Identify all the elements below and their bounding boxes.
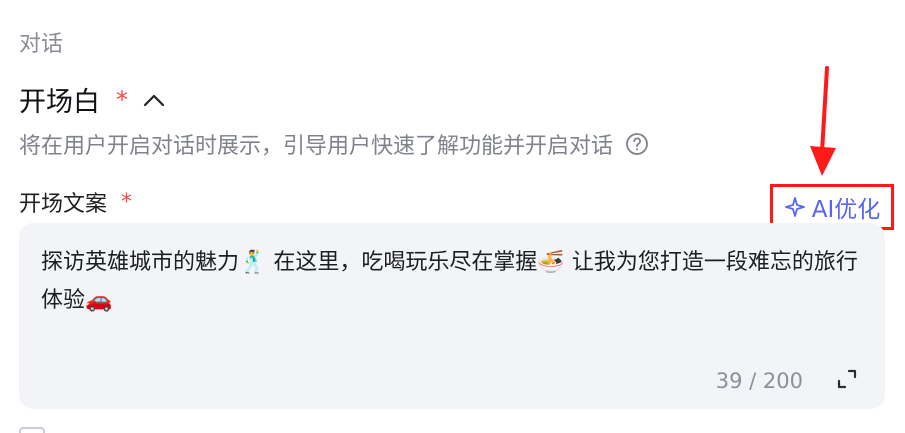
char-counter: 39 / 200 bbox=[715, 369, 803, 393]
expand-icon bbox=[837, 369, 857, 389]
opening-copy-text[interactable]: 探访英雄城市的魅力🕺 在这里，吃喝玩乐尽在掌握🍜 让我为您打造一段难忘的旅行体验… bbox=[41, 244, 861, 320]
collapse-button[interactable] bbox=[140, 86, 168, 114]
text-part-2: 在这里，吃喝玩乐尽在掌握 bbox=[266, 250, 538, 275]
opening-copy-textarea[interactable]: 探访英雄城市的魅力🕺 在这里，吃喝玩乐尽在掌握🍜 让我为您打造一段难忘的旅行体验… bbox=[19, 223, 885, 409]
chevron-up-icon bbox=[143, 94, 165, 106]
section-label: 对话 bbox=[19, 32, 64, 57]
description-text: 将在用户开启对话时展示，引导用户快速了解功能并开启对话 bbox=[19, 134, 614, 159]
noodle-emoji: 🍜 bbox=[537, 250, 565, 275]
required-mark: * bbox=[116, 85, 128, 114]
opening-description: 将在用户开启对话时展示，引导用户快速了解功能并开启对话 bbox=[19, 128, 649, 160]
opening-title: 开场白 bbox=[19, 87, 100, 118]
opening-header: 开场白 * bbox=[19, 80, 168, 119]
car-emoji: 🚗 bbox=[85, 288, 113, 313]
dancing-emoji: 🕺 bbox=[239, 250, 267, 275]
expand-button[interactable] bbox=[835, 367, 859, 391]
opening-copy-header: 开场文案 * bbox=[19, 186, 132, 218]
annotation-arrow bbox=[810, 66, 836, 176]
ai-optimize-label: AI优化 bbox=[811, 197, 881, 223]
copy-required-mark: * bbox=[121, 189, 133, 215]
sparkle-icon bbox=[784, 196, 806, 218]
next-field-checkbox[interactable] bbox=[19, 427, 45, 433]
opening-copy-label: 开场文案 bbox=[19, 192, 108, 217]
text-part-1: 探访英雄城市的魅力 bbox=[41, 250, 240, 275]
opening-settings-panel: 对话 开场白 * 将在用户开启对话时展示，引导用户快速了解功能并开启对话 开场文… bbox=[0, 0, 905, 433]
question-circle-icon[interactable] bbox=[625, 132, 649, 156]
